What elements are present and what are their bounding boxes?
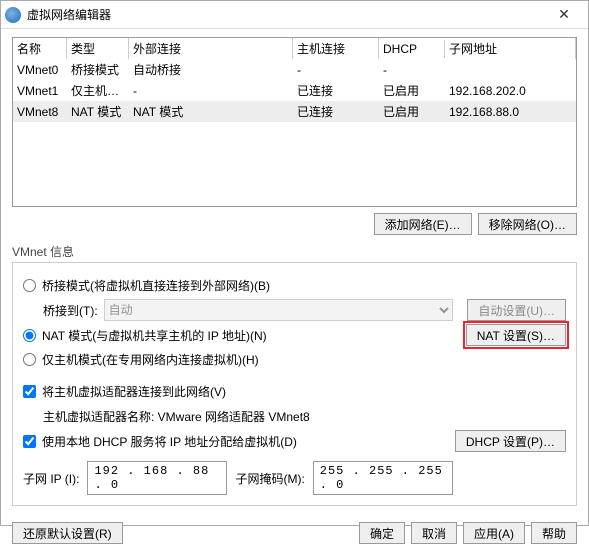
- titlebar: 虚拟网络编辑器 ✕: [1, 1, 588, 29]
- apply-button[interactable]: 应用(A): [463, 522, 525, 544]
- remove-network-button[interactable]: 移除网络(O)…: [478, 213, 577, 235]
- radio-hostonly-input[interactable]: [23, 353, 36, 366]
- radio-bridge-input[interactable]: [23, 279, 36, 292]
- radio-nat-input[interactable]: [23, 329, 36, 342]
- radio-nat[interactable]: NAT 模式(与虚拟机共享主机的 IP 地址)(N) NAT 设置(S)…: [23, 323, 566, 347]
- auto-setup-button: 自动设置(U)…: [467, 299, 566, 321]
- ok-button[interactable]: 确定: [359, 522, 405, 544]
- col-name[interactable]: 名称: [13, 38, 67, 59]
- col-dhcp[interactable]: DHCP: [379, 40, 445, 58]
- cancel-button[interactable]: 取消: [411, 522, 457, 544]
- radio-hostonly[interactable]: 仅主机模式(在专用网络内连接虚拟机)(H): [23, 347, 566, 371]
- table-row[interactable]: VMnet0 桥接模式 自动桥接 - -: [13, 59, 576, 80]
- close-button[interactable]: ✕: [544, 1, 584, 29]
- col-subnet[interactable]: 子网地址: [445, 38, 576, 59]
- subnet-mask-label: 子网掩码(M):: [235, 470, 304, 487]
- footer: 还原默认设置(R) 确定 取消 应用(A) 帮助: [1, 514, 588, 552]
- check-connect-host-input[interactable]: [23, 385, 36, 398]
- group-label: VMnet 信息: [12, 243, 577, 260]
- subnet-ip-field[interactable]: 192 . 168 . 88 . 0: [87, 461, 227, 495]
- dhcp-setup-button[interactable]: DHCP 设置(P)…: [455, 430, 566, 452]
- window-title: 虚拟网络编辑器: [27, 6, 544, 23]
- check-connect-host-label: 将主机虚拟适配器连接到此网络(V): [42, 383, 226, 400]
- subnet-ip-label: 子网 IP (I):: [23, 470, 79, 487]
- check-use-dhcp-label: 使用本地 DHCP 服务将 IP 地址分配给虚拟机(D): [42, 433, 447, 450]
- col-ext[interactable]: 外部连接: [129, 38, 293, 59]
- bridge-to-label: 桥接到(T):: [43, 302, 98, 319]
- subnet-mask-field[interactable]: 255 . 255 . 255 . 0: [313, 461, 453, 495]
- add-network-button[interactable]: 添加网络(E)…: [374, 213, 472, 235]
- table-row[interactable]: VMnet1 仅主机… - 已连接 已启用 192.168.202.0: [13, 80, 576, 101]
- nat-setup-button[interactable]: NAT 设置(S)…: [466, 324, 566, 346]
- radio-bridge-label: 桥接模式(将虚拟机直接连接到外部网络)(B): [42, 277, 270, 294]
- radio-bridge[interactable]: 桥接模式(将虚拟机直接连接到外部网络)(B): [23, 273, 566, 297]
- bridge-to-select: 自动: [104, 299, 454, 321]
- table-header: 名称 类型 外部连接 主机连接 DHCP 子网地址: [13, 38, 576, 59]
- close-icon: ✕: [558, 6, 570, 23]
- vmnet-table: 名称 类型 外部连接 主机连接 DHCP 子网地址 VMnet0 桥接模式 自动…: [12, 37, 577, 207]
- table-row[interactable]: VMnet8 NAT 模式 NAT 模式 已连接 已启用 192.168.88.…: [13, 101, 576, 122]
- col-host[interactable]: 主机连接: [293, 38, 379, 59]
- check-use-dhcp-input[interactable]: [23, 435, 36, 448]
- restore-defaults-button[interactable]: 还原默认设置(R): [12, 522, 123, 544]
- help-button[interactable]: 帮助: [531, 522, 577, 544]
- host-adapter-name: 主机虚拟适配器名称: VMware 网络适配器 VMnet8: [43, 408, 310, 425]
- radio-nat-label: NAT 模式(与虚拟机共享主机的 IP 地址)(N): [42, 327, 458, 344]
- col-type[interactable]: 类型: [67, 38, 129, 59]
- check-use-dhcp[interactable]: 使用本地 DHCP 服务将 IP 地址分配给虚拟机(D) DHCP 设置(P)…: [23, 429, 566, 453]
- app-icon: [5, 7, 21, 23]
- check-connect-host[interactable]: 将主机虚拟适配器连接到此网络(V): [23, 379, 566, 403]
- radio-hostonly-label: 仅主机模式(在专用网络内连接虚拟机)(H): [42, 351, 259, 368]
